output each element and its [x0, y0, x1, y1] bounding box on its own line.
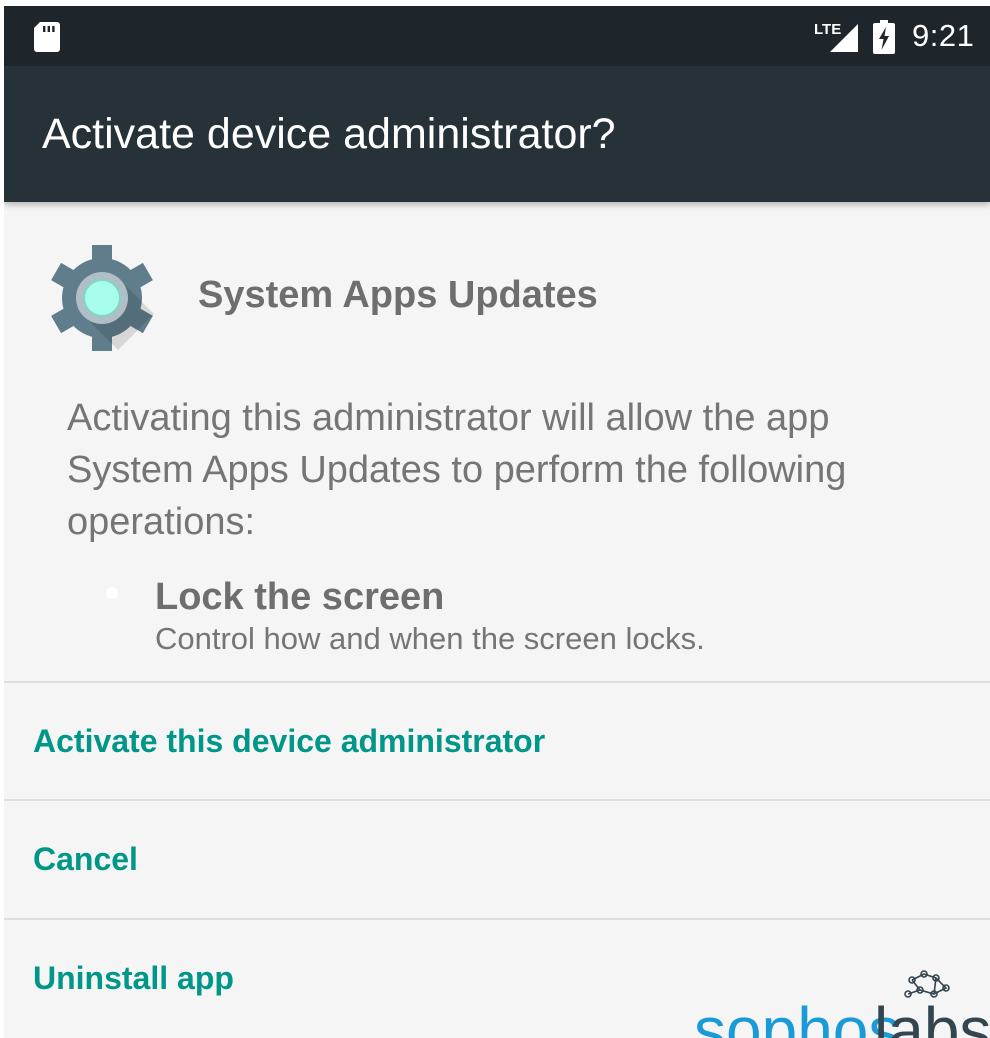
cancel-label: Cancel [33, 841, 138, 877]
network-type-label: LTE [814, 21, 841, 38]
sd-card-icon [34, 22, 60, 52]
lte-signal-icon: LTE [814, 21, 858, 52]
policy-description: Control how and when the screen locks. [155, 621, 705, 656]
activate-admin-button[interactable]: Activate this device administrator [4, 683, 990, 799]
gear-icon [51, 245, 154, 351]
bullet-icon [106, 587, 118, 599]
svg-text:labs: labs [874, 994, 990, 1038]
status-bar: LTE 9:21 [4, 6, 990, 66]
uninstall-app-label: Uninstall app [33, 960, 234, 996]
sophoslabs-logo: sophos labs [694, 970, 990, 1038]
battery-charging-icon [873, 20, 895, 54]
device-admin-screen: LTE 9:21 Activate device administrator? … [4, 6, 990, 1038]
svg-text:sophos: sophos [694, 994, 900, 1038]
page-title: Activate device administrator? [42, 110, 616, 158]
activate-admin-label: Activate this device administrator [33, 723, 546, 759]
app-bar: Activate device administrator? [4, 66, 990, 202]
admin-description: Activating this administrator will allow… [67, 397, 847, 543]
status-time: 9:21 [912, 18, 975, 53]
app-name: System Apps Updates [198, 274, 598, 316]
cancel-button[interactable]: Cancel [4, 801, 990, 917]
policy-title: Lock the screen [155, 576, 445, 618]
